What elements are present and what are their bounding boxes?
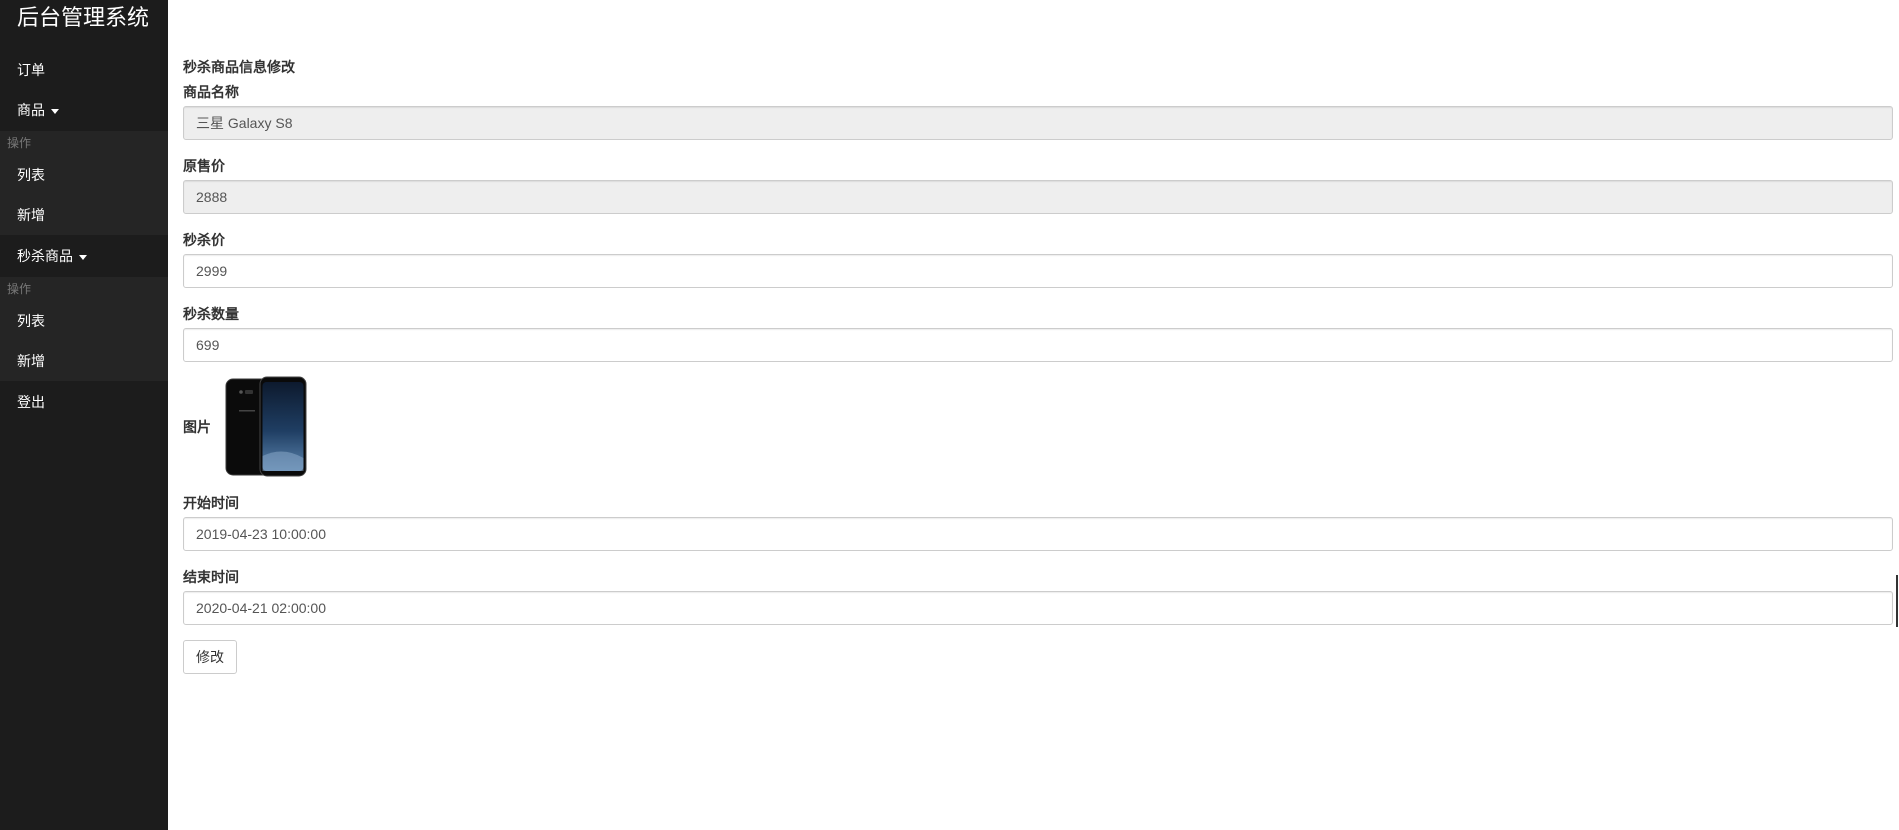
- goods-name-input[interactable]: [183, 106, 1893, 140]
- sidebar-item-goods-add[interactable]: 新增: [0, 195, 168, 235]
- caret-down-icon: [79, 254, 87, 260]
- sidebar-item-label: 列表: [17, 313, 45, 329]
- sidebar-item-orders[interactable]: 订单: [0, 50, 168, 90]
- sidebar-item-label: 商品: [17, 102, 45, 118]
- sidebar-dropdown-header: 操作: [0, 277, 168, 301]
- sidebar-item-label: 秒杀商品: [17, 248, 73, 264]
- sidebar-item-label: 新增: [17, 207, 45, 223]
- sidebar-item-label: 新增: [17, 353, 45, 369]
- app-title[interactable]: 后台管理系统: [17, 5, 149, 31]
- start-time-label: 开始时间: [183, 495, 239, 511]
- caret-down-icon: [51, 108, 59, 114]
- sidebar-item-logout[interactable]: 登出: [0, 382, 168, 422]
- image-label: 图片: [183, 419, 211, 435]
- original-price-label: 原售价: [183, 158, 225, 174]
- sidebar-item-seckill-add[interactable]: 新增: [0, 341, 168, 381]
- seckill-price-input[interactable]: [183, 254, 1893, 288]
- submit-edit-button[interactable]: 修改: [183, 640, 237, 674]
- sidebar-dropdown-header: 操作: [0, 131, 168, 155]
- seckill-quantity-label: 秒杀数量: [183, 306, 239, 322]
- sidebar-item-label: 订单: [17, 62, 45, 78]
- sidebar-item-label: 列表: [17, 167, 45, 183]
- text-cursor-mark: [1896, 575, 1898, 627]
- end-time-input[interactable]: [183, 591, 1893, 625]
- sidebar-item-label: 登出: [17, 394, 45, 410]
- goods-name-label: 商品名称: [183, 84, 239, 100]
- original-price-input[interactable]: [183, 180, 1893, 214]
- main-content: 秒杀商品信息修改 商品名称 原售价 秒杀价 秒杀数量 图片 开始时间 结束时间 …: [183, 0, 1893, 830]
- product-image: [225, 376, 307, 477]
- seckill-price-label: 秒杀价: [183, 232, 225, 248]
- seckill-quantity-input[interactable]: [183, 328, 1893, 362]
- sidebar-item-seckill-list[interactable]: 列表: [0, 301, 168, 341]
- start-time-input[interactable]: [183, 517, 1893, 551]
- sidebar-item-seckill-dropdown[interactable]: 秒杀商品: [0, 236, 168, 276]
- sidebar-item-goods-list[interactable]: 列表: [0, 155, 168, 195]
- form-title: 秒杀商品信息修改: [183, 59, 295, 75]
- sidebar-item-goods-dropdown[interactable]: 商品: [0, 90, 168, 130]
- sidebar: 后台管理系统 订单 商品 操作 列表 新增 秒杀商品 操作 列表 新增 登出: [0, 0, 168, 830]
- end-time-label: 结束时间: [183, 569, 239, 585]
